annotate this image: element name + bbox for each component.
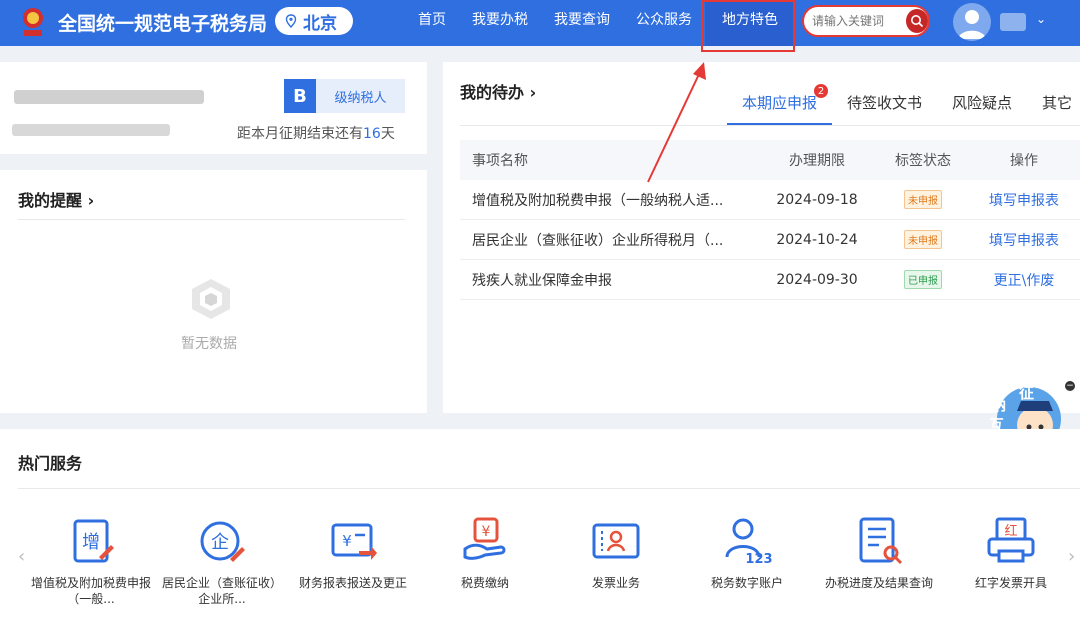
service-digital-account[interactable]: 123 税务数字账户 (687, 515, 807, 591)
service-red-invoice[interactable]: 红 红字发票开具 (951, 515, 1071, 591)
service-list: 增 增值税及附加税费申报（一般... 企 居民企业（查账征收）企业所... ¥ … (0, 515, 1080, 625)
assistant-char: 征 (1019, 384, 1034, 402)
service-label: 居民企业（查账征收）企业所... (162, 576, 283, 606)
service-label: 发票业务 (591, 576, 640, 590)
invoice-business-icon (592, 523, 640, 559)
service-label: 税务数字账户 (710, 576, 783, 590)
service-label: 财务报表报送及更正 (298, 576, 407, 590)
svg-text:企: 企 (211, 532, 229, 553)
service-vat-declare[interactable]: 增 增值税及附加税费申报（一般... (31, 515, 151, 607)
service-invoice[interactable]: 发票业务 (556, 515, 676, 591)
service-tax-payment[interactable]: ¥ 税费缴纳 (425, 515, 545, 591)
financial-report-icon: ¥ (331, 523, 377, 560)
close-icon[interactable]: − (1065, 381, 1075, 391)
service-label: 增值税及附加税费申报（一般... (31, 576, 152, 606)
hot-services-title: 热门服务 (18, 454, 83, 473)
service-label: 税费缴纳 (460, 576, 509, 590)
svg-text:¥: ¥ (482, 524, 491, 540)
service-label: 办税进度及结果查询 (824, 576, 933, 590)
hot-services-divider (18, 488, 1080, 489)
service-financial-report[interactable]: ¥ 财务报表报送及更正 (293, 515, 413, 591)
red-invoice-icon: 红 (987, 517, 1035, 563)
enterprise-tax-icon: 企 (200, 521, 245, 562)
service-progress-query[interactable]: 办税进度及结果查询 (819, 515, 939, 591)
vat-declare-icon: 增 (73, 519, 114, 563)
progress-query-icon (859, 517, 903, 565)
hot-services-panel: 热门服务 ‹ › 增 增值税及附加税费申报（一般... 企 居民企业（查账征收）… (0, 429, 1080, 639)
service-label: 红字发票开具 (974, 576, 1047, 590)
digital-account-icon: 123 (725, 518, 773, 567)
svg-text:增: 增 (82, 532, 100, 553)
svg-text:红: 红 (1004, 523, 1017, 539)
tax-payment-icon: ¥ (463, 517, 506, 560)
assistant-char: 纳 (991, 396, 1006, 414)
svg-text:123: 123 (745, 552, 772, 567)
service-enterprise-tax[interactable]: 企 居民企业（查账征收）企业所... (162, 515, 282, 607)
svg-text:¥: ¥ (342, 532, 352, 550)
